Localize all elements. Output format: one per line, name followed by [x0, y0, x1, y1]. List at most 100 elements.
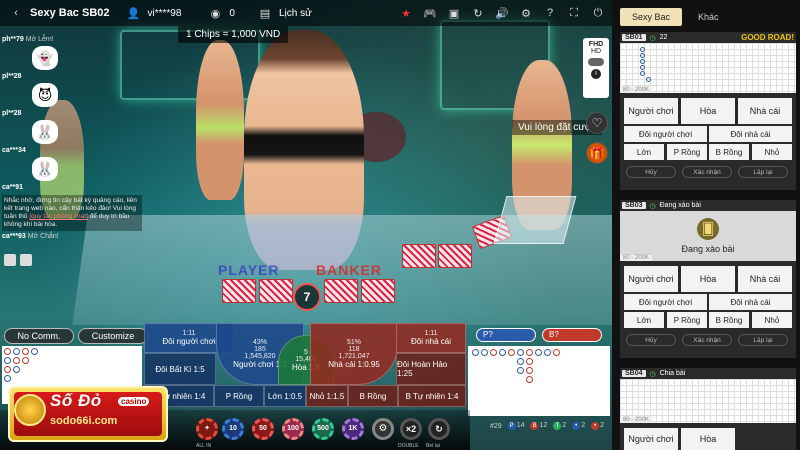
- bet-player-button[interactable]: Người chơi: [624, 266, 678, 292]
- chat-toggle-icon[interactable]: [4, 254, 16, 266]
- gift-icon[interactable]: 🎁: [586, 142, 608, 164]
- road-bead: [490, 349, 497, 356]
- road-stats: #29 P 14 B 12 T2 • 2 • 2: [490, 422, 604, 430]
- help-icon[interactable]: ?: [542, 5, 558, 21]
- dealt-card: [222, 279, 256, 303]
- quality-toggle[interactable]: [588, 58, 604, 66]
- exit-icon[interactable]: ⏻: [590, 5, 606, 21]
- quality-fhd[interactable]: FHD: [583, 41, 609, 48]
- banker-bettor-count: 118: [348, 346, 360, 353]
- tab-sexy-bac[interactable]: Sexy Bac: [620, 8, 683, 26]
- road-bead: [4, 375, 11, 382]
- bet-small-button[interactable]: Nhỏ: [752, 144, 792, 160]
- bet-b-dragon-button[interactable]: B Rồng: [709, 144, 749, 160]
- history-link[interactable]: Lịch sử: [279, 8, 312, 19]
- video-icon[interactable]: ▣: [446, 5, 462, 21]
- no-commission-button[interactable]: No Comm.: [4, 328, 74, 344]
- refresh-icon[interactable]: ↻: [470, 5, 486, 21]
- bet-big-button[interactable]: Lớn: [624, 312, 664, 328]
- chip-3[interactable]: 100: [282, 418, 304, 440]
- chip-5[interactable]: 1K: [342, 418, 364, 440]
- table-name: SB04: [622, 370, 646, 377]
- bet-p-dragon[interactable]: P Rồng: [214, 385, 264, 407]
- bet-tie-button[interactable]: Hòa: [681, 266, 735, 292]
- bet-b-dragon[interactable]: B Rồng: [348, 385, 398, 407]
- bet-big-button[interactable]: Lớn: [624, 144, 664, 160]
- bet-player-button[interactable]: Người chơi: [624, 428, 678, 450]
- road-bead: [472, 349, 479, 356]
- bet-banker-pair-button[interactable]: Đôi nhà cái: [709, 294, 792, 310]
- back-icon[interactable]: ‹: [8, 5, 24, 21]
- chat-message: pl**28: [2, 73, 142, 80]
- bet-banker-pair[interactable]: 1:11 Đôi nhà cái: [396, 323, 466, 353]
- settings-icon[interactable]: ⚙: [518, 5, 534, 21]
- info-icon[interactable]: i: [591, 69, 601, 79]
- bet-b-dragon-button[interactable]: B Rồng: [709, 312, 749, 328]
- flag-icon[interactable]: ★: [398, 5, 414, 21]
- bet-p-dragon-button[interactable]: P Rồng: [667, 144, 707, 160]
- customize-button[interactable]: Customize: [78, 328, 148, 344]
- chat-text: Mở Lễm!: [25, 36, 54, 43]
- sodo-logo: Số Đỏ casino sodo66i.com: [8, 386, 168, 442]
- bet-either-pair[interactable]: Đôi Bất Kì 1:5: [144, 353, 216, 385]
- discard-card: [438, 244, 472, 268]
- quality-hd[interactable]: HD: [583, 48, 609, 55]
- tab-other[interactable]: Khác: [686, 8, 731, 26]
- game-icon[interactable]: 🎮: [422, 5, 438, 21]
- bet-p-dragon-button[interactable]: P Rồng: [667, 312, 707, 328]
- player-predict-button[interactable]: P?: [476, 328, 536, 342]
- bet-player-pair-button[interactable]: Đôi người chơi: [624, 294, 707, 310]
- bet-banker-pair-button[interactable]: Đôi nhà cái: [709, 126, 792, 142]
- bet-tie-button[interactable]: Hòa: [681, 428, 735, 450]
- road-bead: [22, 357, 29, 364]
- cancel-button[interactable]: Hủy: [626, 166, 676, 178]
- bet-tie-button[interactable]: Hòa: [681, 98, 735, 124]
- bet-perfect-pair[interactable]: Đôi Hoàn Hảo 1:25: [396, 353, 466, 385]
- bet-player-button[interactable]: Người chơi: [624, 98, 678, 124]
- bet-banker[interactable]: 51% 118 1,721,047 Nhà cái 1:0.95: [310, 323, 398, 385]
- bet-banker-button[interactable]: Nhà cái: [738, 98, 792, 124]
- top-bar: ‹ Sexy Bac SB02 👤 vi****98 ◉ 0 ▤ Lịch sử…: [0, 0, 612, 26]
- history-icon[interactable]: ▤: [257, 5, 273, 21]
- repeat-button[interactable]: Lặp lại: [738, 166, 788, 178]
- fullscreen-icon[interactable]: ⛶: [566, 5, 582, 21]
- chat-input-icon[interactable]: [20, 254, 32, 266]
- chip-2[interactable]: 50: [252, 418, 274, 440]
- confirm-button[interactable]: Xác nhận: [682, 334, 732, 346]
- chip-settings-icon[interactable]: ⚙: [372, 418, 394, 440]
- bet-small-button[interactable]: Nhỏ: [752, 312, 792, 328]
- quality-selector[interactable]: FHD HD i: [583, 38, 609, 98]
- banker-label: Nhà cái 1:0.95: [328, 360, 380, 369]
- sound-icon[interactable]: 🔊: [494, 5, 510, 21]
- banker-wins: B 12: [530, 422, 548, 430]
- rebet-icon[interactable]: ↻: [428, 418, 450, 440]
- table-status: 22: [659, 34, 668, 41]
- dealt-card: [259, 279, 293, 303]
- favorite-heart-icon[interactable]: ♡: [586, 112, 608, 134]
- chip-1[interactable]: 10: [222, 418, 244, 440]
- cancel-label: Hủy: [645, 168, 657, 176]
- banker-predict-button[interactable]: B?: [542, 328, 602, 342]
- table-card-sb03[interactable]: SB03 ◷ Đang xào bài 🂠 Đang xào bài 80 - …: [620, 200, 796, 358]
- repeat-button[interactable]: Lặp lại: [738, 334, 788, 346]
- double-icon[interactable]: ×2: [400, 418, 422, 440]
- cancel-button[interactable]: Hủy: [626, 334, 676, 346]
- table-card-sb04[interactable]: SB04 ◷ Chia bài 80 - 200K Người chơi Hòa: [620, 368, 796, 450]
- confirm-button[interactable]: Xác nhận: [682, 166, 732, 178]
- player-pair-odds: 1:11: [182, 330, 196, 337]
- all-in-chip-icon[interactable]: ✦: [196, 418, 218, 440]
- chat-rules-link[interactable]: [quy tắc phòng chat]: [29, 213, 88, 220]
- bet-b-natural[interactable]: B Tự nhiên 1:4: [398, 385, 466, 407]
- bet-countdown: 7: [293, 283, 321, 311]
- bet-big[interactable]: Lớn 1:0.5: [264, 385, 306, 407]
- bet-small[interactable]: Nhỏ 1:1.5: [306, 385, 348, 407]
- bet-player-pair-button[interactable]: Đôi người chơi: [624, 126, 707, 142]
- tie-bettor-count: 5: [304, 348, 308, 356]
- chat-user: pl**28: [2, 73, 22, 80]
- chip-4[interactable]: 500: [312, 418, 334, 440]
- table-card-sb01[interactable]: SB01 ◷ 22 GOOD ROAD! 80 - 200K Người chơ…: [620, 32, 796, 190]
- bet-banker-button[interactable]: Nhà cái: [738, 266, 792, 292]
- road-bead: [526, 376, 533, 383]
- chat-user: ca**91: [2, 184, 24, 191]
- banker-pair-wins: • 2: [591, 422, 604, 430]
